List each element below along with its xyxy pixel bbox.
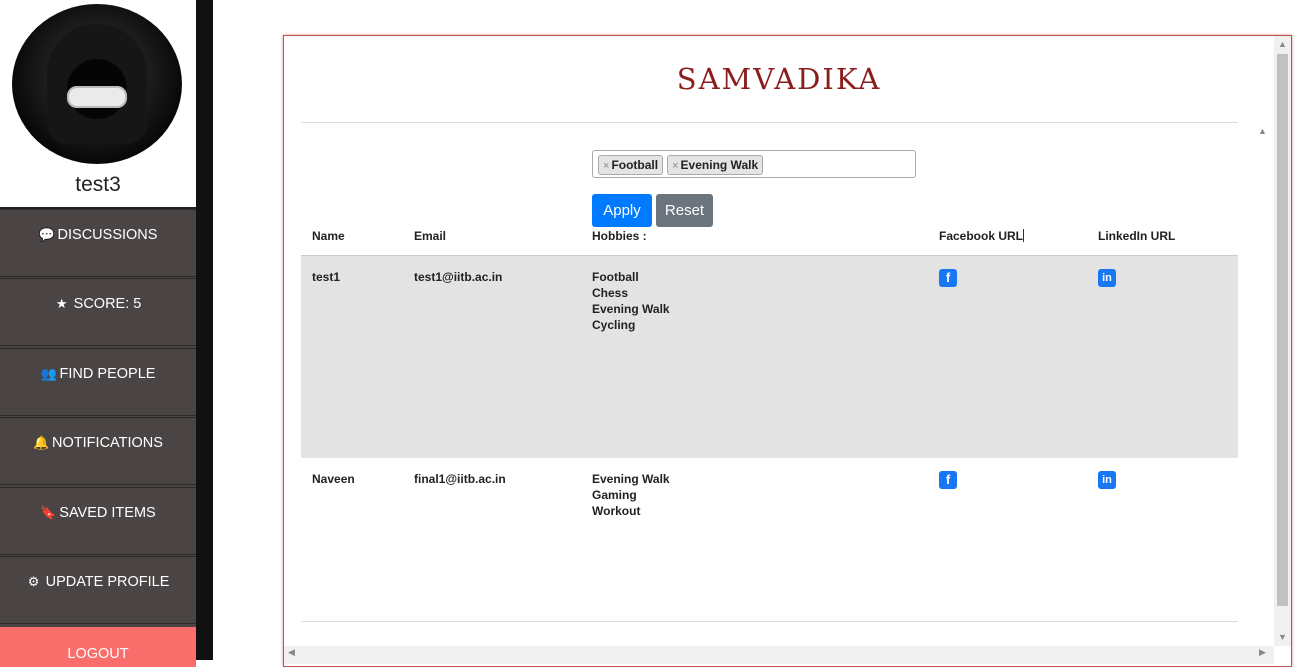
cell-hobbies: Evening Walk Gaming Workout [592,471,670,519]
divider [301,122,1238,123]
text-cursor [1023,229,1025,242]
scroll-right-icon[interactable]: ▶ [1259,647,1266,658]
linkedin-icon[interactable]: in [1098,269,1116,287]
scroll-up-icon[interactable]: ▲ [1278,39,1287,49]
filter-tag[interactable]: × Evening Walk [667,155,764,175]
page-title: SAMVADIKA [676,62,882,96]
profile-card: test3 [0,0,196,209]
column-header-email: Email [414,229,447,243]
cell-name: test1 [312,270,341,284]
nav-update-profile[interactable]: ⚙ UPDATE PROFILE [0,556,196,624]
table-scrollbar[interactable]: ▲ [1256,124,1270,644]
scroll-up-icon[interactable]: ▲ [1258,126,1267,136]
hobby-item: Gaming [592,488,637,502]
tag-label: Football [611,158,659,172]
hobby-filter-input[interactable]: × Football × Evening Walk [592,150,916,178]
logout-button[interactable]: LOGOUT [0,627,196,667]
tag-label: Evening Walk [680,158,759,172]
hobby-item: Cycling [592,318,636,332]
facebook-icon[interactable]: f [939,471,957,489]
main-panel: SAMVADIKA × Football × Evening Walk Apply … [283,35,1292,667]
reset-button[interactable]: Reset [656,194,713,227]
nav-label: SCORE: 5 [73,296,142,312]
bell-icon: 🔔 [33,435,50,450]
star-icon: ★ [55,296,68,311]
hobby-item: Football [592,270,639,284]
table-row: Naveen final1@iitb.ac.in Evening Walk Ga… [301,457,1238,622]
nav-find-people[interactable]: 👥 FIND PEOPLE [0,348,196,416]
hobby-item: Evening Walk [592,472,670,486]
scroll-down-icon[interactable]: ▼ [1278,632,1287,642]
vertical-scrollbar[interactable]: ▲ ▼ [1274,36,1291,646]
scroll-left-icon[interactable]: ◀ [288,647,295,658]
nav-label: SAVED ITEMS [59,505,156,521]
horizontal-scrollbar[interactable]: ◀ ▶ [284,646,1274,664]
nav-label: UPDATE PROFILE [45,574,170,590]
nav-notifications[interactable]: 🔔 NOTIFICATIONS [0,417,196,485]
table-row: test1 test1@iitb.ac.in Football Chess Ev… [301,255,1238,458]
sidebar: test3 💬 DISCUSSIONS ★ SCORE: 5 👥 FIND PE… [0,0,196,667]
column-header-linkedin: LinkedIn URL [1098,229,1176,243]
remove-tag-icon[interactable]: × [603,160,609,172]
cell-hobbies: Football Chess Evening Walk Cycling [592,269,670,333]
cell-name: Naveen [312,472,355,486]
remove-tag-icon[interactable]: × [672,160,678,172]
linkedin-icon[interactable]: in [1098,471,1116,489]
column-header-name: Name [312,229,345,243]
filter-tag[interactable]: × Football [598,155,664,175]
hobby-item: Evening Walk [592,302,670,316]
hobby-item: Workout [592,504,641,518]
column-header-hobbies: Hobbies : [592,229,647,243]
comment-icon: 💬 [38,227,55,242]
hobby-item: Chess [592,286,629,300]
nav-label: DISCUSSIONS [57,227,158,243]
column-header-facebook-label: Facebook URL [939,229,1024,243]
users-icon: 👥 [40,366,57,381]
nav-label: NOTIFICATIONS [52,435,163,451]
column-header-facebook: Facebook URL [939,229,1025,243]
avatar [12,4,182,164]
nav-saved-items[interactable]: 🔖 SAVED ITEMS [0,487,196,555]
scrollbar-thumb[interactable] [1277,54,1288,606]
sidebar-divider [196,0,213,660]
cell-email: final1@iitb.ac.in [414,472,506,486]
facebook-icon[interactable]: f [939,269,957,287]
gear-icon: ⚙ [27,574,40,589]
apply-button[interactable]: Apply [592,194,652,227]
bookmark-icon: 🔖 [40,505,57,520]
username: test3 [75,173,121,196]
nav-score[interactable]: ★ SCORE: 5 [0,278,196,346]
nav-label: FIND PEOPLE [59,366,156,382]
cell-email: test1@iitb.ac.in [414,270,503,284]
nav-discussions[interactable]: 💬 DISCUSSIONS [0,209,196,277]
